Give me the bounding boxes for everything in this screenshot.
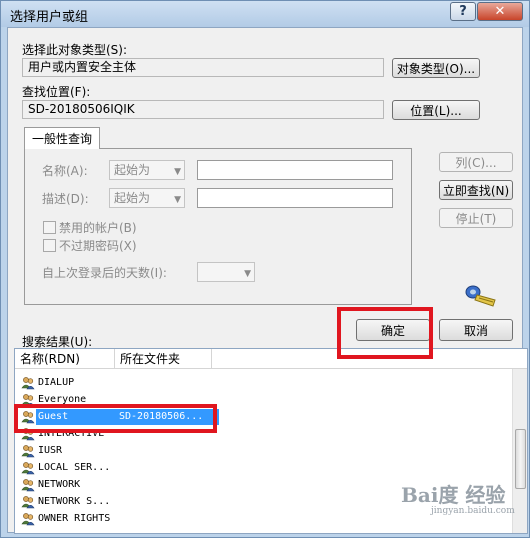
non-expiring-password-checkbox[interactable]: 不过期密码(X) [43, 237, 137, 254]
user-group-icon [21, 496, 35, 509]
row-folder: SD-20180506... [119, 411, 204, 422]
select-users-dialog: 选择用户或组 ? ✕ 选择此对象类型(S): 用户或内置安全主体 对象类型(O)… [0, 0, 530, 538]
results-header: 名称(RDN) 所在文件夹 [15, 349, 527, 369]
description-match-select[interactable]: 起始为 ▼ [109, 188, 185, 208]
list-item[interactable]: DIALUP [19, 375, 509, 391]
list-item[interactable]: INTERACTIVE [19, 426, 509, 442]
row-name: INTERACTIVE [38, 428, 105, 439]
user-group-icon [21, 394, 35, 407]
close-button[interactable]: ✕ [477, 2, 523, 21]
stop-button[interactable]: 停止(T) [439, 208, 513, 228]
description-label: 描述(D): [42, 192, 89, 206]
name-match-select[interactable]: 起始为 ▼ [109, 160, 185, 180]
row-name: NETWORK S... [38, 496, 111, 507]
days-since-login-label: 自上次登录后的天数(I): [42, 266, 167, 280]
column-header-folder[interactable]: 所在文件夹 [115, 349, 212, 369]
locations-button[interactable]: 位置(L)... [392, 100, 480, 120]
title-bar[interactable]: 选择用户或组 ? ✕ [1, 1, 529, 27]
row-name: DIALUP [38, 377, 75, 388]
chevron-down-icon: ▼ [174, 195, 181, 205]
help-button[interactable]: ? [450, 2, 476, 21]
object-types-button[interactable]: 对象类型(O)... [392, 58, 480, 78]
watermark: Bai度 经验 jingyan.baidu.com [401, 479, 515, 516]
list-item[interactable]: Everyone [19, 392, 509, 408]
find-now-button[interactable]: 立即查找(N) [439, 180, 513, 200]
object-type-field: 用户或内置安全主体 [22, 58, 384, 77]
scrollbar-thumb[interactable] [515, 429, 526, 489]
checkbox-box[interactable] [43, 221, 56, 234]
days-since-login-select[interactable]: ▼ [197, 262, 255, 282]
row-name: Everyone [38, 394, 87, 405]
description-input[interactable] [197, 188, 393, 208]
list-item[interactable]: Guest SD-20180506... [19, 409, 509, 425]
user-group-icon [21, 479, 35, 492]
description-match-value: 起始为 [114, 191, 151, 205]
search-key-icon [465, 285, 496, 307]
location-label: 查找位置(F): [22, 85, 91, 99]
common-queries-panel: 名称(A): 起始为 ▼ 描述(D): 起始为 ▼ 禁用的帐户(B) 不过期密码… [24, 148, 412, 305]
window-title: 选择用户或组 [10, 10, 89, 25]
checkbox-box[interactable] [43, 239, 56, 252]
columns-button[interactable]: 列(C)... [439, 152, 513, 172]
list-item[interactable]: LOCAL SER... [19, 460, 509, 476]
row-name: LOCAL SER... [38, 462, 111, 473]
row-name: IUSR [38, 445, 63, 456]
name-input[interactable] [197, 160, 393, 180]
watermark-url: jingyan.baidu.com [431, 506, 515, 516]
user-group-icon [21, 428, 35, 441]
name-match-value: 起始为 [114, 163, 151, 177]
row-name: Guest [38, 411, 69, 422]
row-name: OWNER RIGHTS [38, 513, 111, 524]
user-group-icon [21, 377, 35, 390]
non-expiring-password-label: 不过期密码(X) [59, 239, 137, 253]
column-header-name[interactable]: 名称(RDN) [15, 349, 115, 369]
tab-common-queries[interactable]: 一般性查询 [24, 127, 100, 149]
row-name: NETWORK [38, 479, 81, 490]
user-group-icon [21, 445, 35, 458]
cancel-button[interactable]: 取消 [439, 319, 513, 341]
chevron-down-icon: ▼ [244, 269, 251, 279]
dialog-body: 选择此对象类型(S): 用户或内置安全主体 对象类型(O)... 查找位置(F)… [7, 27, 528, 534]
list-item[interactable]: IUSR [19, 443, 509, 459]
user-group-icon [21, 462, 35, 475]
user-group-icon [21, 513, 35, 526]
location-field: SD-20180506IQIK [22, 100, 384, 119]
chevron-down-icon: ▼ [174, 167, 181, 177]
user-group-icon [21, 411, 35, 424]
object-type-label: 选择此对象类型(S): [22, 43, 128, 57]
watermark-brand: Bai度 经验 [401, 483, 506, 507]
name-label: 名称(A): [42, 164, 88, 178]
disabled-accounts-checkbox[interactable]: 禁用的帐户(B) [43, 219, 137, 236]
ok-button[interactable]: 确定 [356, 319, 430, 341]
disabled-accounts-label: 禁用的帐户(B) [59, 221, 137, 235]
